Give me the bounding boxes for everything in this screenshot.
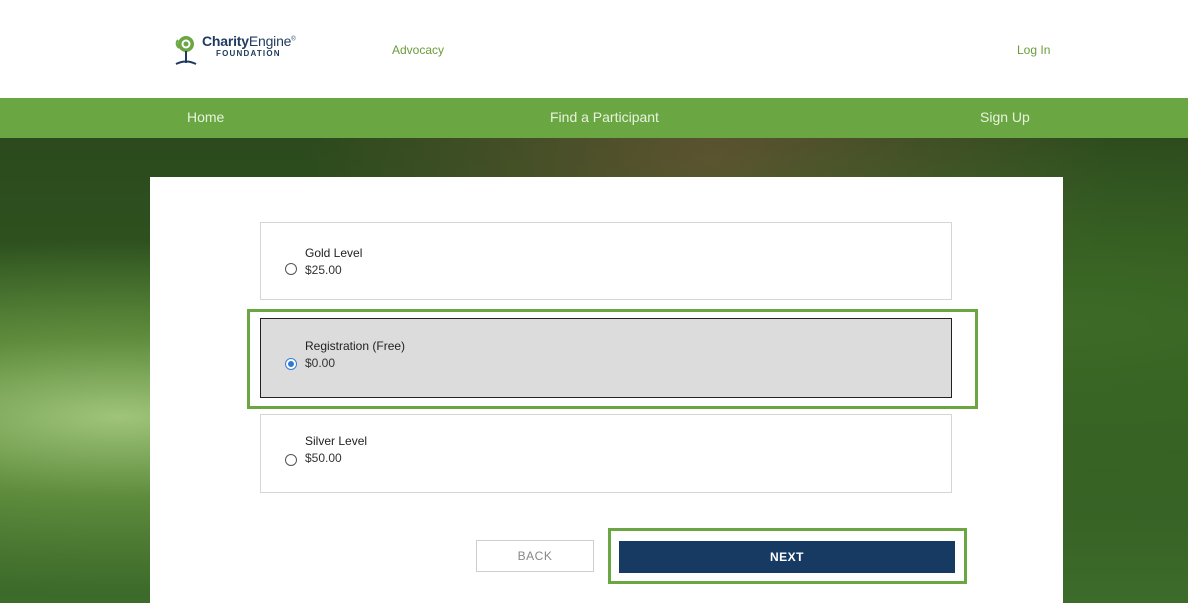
highlight-selected-option <box>247 309 978 409</box>
registration-card: Gold Level $25.00 Registration (Free) $0… <box>150 177 1063 603</box>
nav-home[interactable]: Home <box>187 109 224 125</box>
option-price: $50.00 <box>305 451 342 465</box>
option-gold-level[interactable]: Gold Level $25.00 <box>260 222 952 300</box>
radio-silver-level[interactable] <box>285 454 297 466</box>
main-nav: Home Find a Participant Sign Up <box>0 98 1188 138</box>
tree-logo-icon <box>172 34 198 68</box>
nav-sign-up[interactable]: Sign Up <box>980 109 1030 125</box>
option-title: Gold Level <box>305 246 363 260</box>
charity-engine-logo[interactable]: CharityEngine® FOUNDATION <box>172 34 312 70</box>
option-silver-level[interactable]: Silver Level $50.00 <box>260 414 952 493</box>
option-price: $25.00 <box>305 263 342 277</box>
site-header: CharityEngine® FOUNDATION Advocacy Log I… <box>0 0 1188 98</box>
option-title: Silver Level <box>305 434 368 448</box>
advocacy-link[interactable]: Advocacy <box>392 43 444 57</box>
nav-find-participant[interactable]: Find a Participant <box>550 109 659 125</box>
radio-gold-level[interactable] <box>285 263 297 275</box>
back-button[interactable]: BACK <box>476 540 594 572</box>
highlight-next-button <box>608 528 967 584</box>
logo-subtitle: FOUNDATION <box>216 49 281 58</box>
login-link[interactable]: Log In <box>1017 43 1050 57</box>
logo-brand-name: CharityEngine® <box>202 33 296 49</box>
